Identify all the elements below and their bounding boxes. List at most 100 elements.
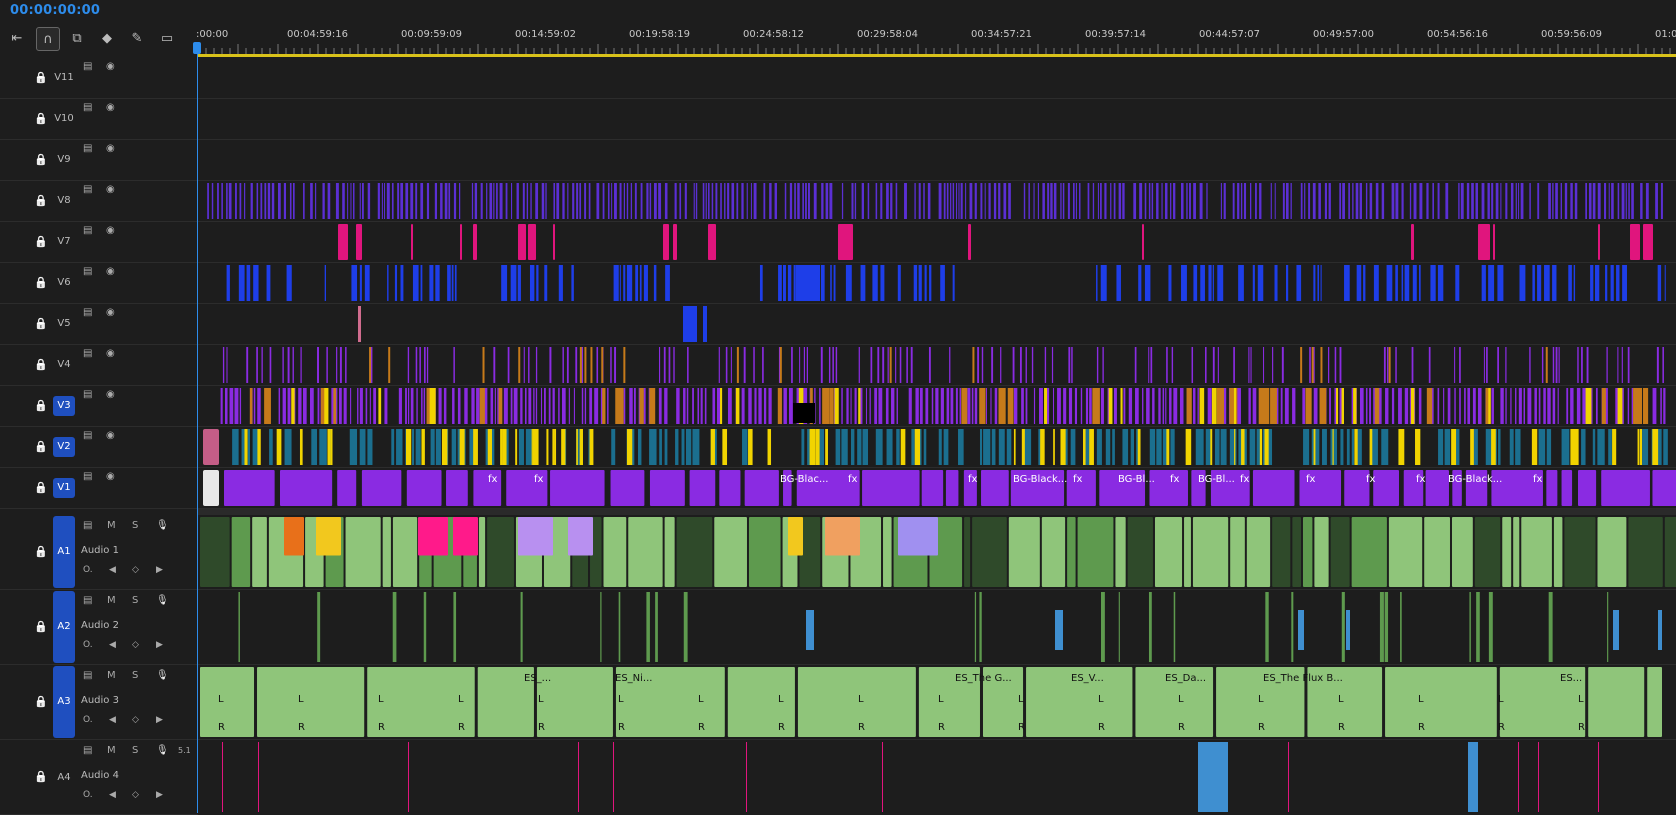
clip-v3[interactable] [350,388,352,424]
clip-v3[interactable] [639,388,644,424]
clip-v4[interactable] [1025,347,1027,383]
clip-v2[interactable] [850,429,855,465]
clip-v4[interactable] [1248,347,1250,383]
clip-v2[interactable] [576,429,578,465]
clip-v4[interactable] [1320,347,1323,383]
clip-a1[interactable] [478,517,486,587]
clip-v6[interactable] [1386,265,1393,301]
clip-v7[interactable] [518,224,526,260]
clip-v6[interactable] [1193,265,1198,301]
clip-v2[interactable] [1024,429,1032,465]
clip-v8[interactable] [1475,183,1478,219]
clip-v1[interactable] [1652,470,1676,506]
clip-v3[interactable] [1404,388,1409,424]
clip-a1[interactable] [1292,517,1301,587]
clip-a2[interactable] [1548,592,1553,662]
clip-a2[interactable] [1384,592,1389,662]
audio-track-header[interactable]: 🔒 A2 Audio 2 ▤ M S 🎙 O. ◀ ◇ ▶ [0,590,198,665]
clip-v2[interactable] [1229,429,1237,465]
clip-v4[interactable] [1019,347,1022,383]
clip-v8[interactable] [235,183,237,219]
mute-button[interactable]: M [107,670,116,681]
sync-lock-icon[interactable]: ▤ [83,225,92,236]
clip-v3[interactable] [1158,388,1161,424]
clip-a2[interactable] [1341,592,1345,662]
audio-track-header[interactable]: 🔒 A1 Audio 1 ▤ M S 🎙 O. ◀ ◇ ▶ [0,515,198,590]
clip-v4[interactable] [1395,347,1397,383]
clip-v7[interactable] [411,224,413,260]
clip-v4[interactable] [1552,347,1555,383]
clip-v6[interactable] [913,265,918,301]
clip-v3[interactable] [1644,388,1648,424]
clip-a1[interactable] [392,517,418,587]
clip-v3[interactable] [1552,388,1556,424]
clip-v8[interactable] [1133,183,1137,219]
volume-knob-icon[interactable]: O. [83,640,93,650]
video-track-header[interactable]: 🔒 V7 ▤ ◉ [0,222,198,263]
clip-v8[interactable] [904,183,907,219]
clip-v4[interactable] [1383,347,1386,383]
clip-v3[interactable] [1660,388,1662,424]
clip-v4[interactable] [590,347,593,383]
clip-v6[interactable] [1552,265,1557,301]
clip-v8[interactable] [545,183,547,219]
clip-v6[interactable] [238,265,245,301]
video-track-header[interactable]: 🔒 V3 ▤ ◉ [0,386,198,427]
clip-v3[interactable] [846,388,849,424]
lock-icon[interactable]: 🔒 [34,113,48,125]
clip-v3[interactable] [479,388,485,424]
clip-v2[interactable] [675,429,679,465]
clip-v3[interactable] [239,388,242,424]
clip-v4[interactable] [535,347,538,383]
clip-v3[interactable] [741,388,745,424]
clip-v8[interactable] [1318,183,1321,219]
clip-v2[interactable] [1156,429,1162,465]
clip-v3[interactable] [1410,388,1415,424]
clip-v8[interactable] [1460,183,1464,219]
clip-v4[interactable] [991,347,994,383]
clip-v2[interactable] [1170,429,1175,465]
clip-v3[interactable] [1237,388,1241,424]
clip-v3[interactable] [1576,388,1581,424]
clip-v4[interactable] [736,347,739,383]
eye-icon[interactable]: ◉ [106,61,115,72]
clip-v8[interactable] [1505,183,1508,219]
clip-v2[interactable] [1369,429,1373,465]
clip-v3[interactable] [935,388,939,424]
clip-v6[interactable] [412,265,419,301]
clip-v8[interactable] [623,183,626,219]
clip-v3[interactable] [224,388,228,424]
track-target-v5[interactable]: V5 [53,314,75,334]
clip-v8[interactable] [684,183,687,219]
clip-a1[interactable] [1246,517,1271,587]
clip-v3[interactable] [278,388,281,424]
clip-v4[interactable] [1150,347,1153,383]
clip-v3[interactable] [1089,388,1092,424]
clip-v2[interactable] [441,429,448,465]
clip-v4[interactable] [762,347,764,383]
clip-v2[interactable] [473,429,478,465]
clip-v7[interactable] [708,224,716,260]
clip-v4[interactable] [1497,347,1499,383]
clip-v3[interactable] [573,388,575,424]
playhead-line[interactable] [197,44,198,813]
lock-icon[interactable]: 🔒 [34,546,48,558]
clip-v6[interactable] [571,265,574,301]
clip-v8[interactable] [797,183,800,219]
next-keyframe-icon[interactable]: ▶ [156,640,163,650]
clip-v2[interactable] [1006,429,1012,465]
clip-v3[interactable] [1142,388,1144,424]
clip-v7[interactable] [338,224,348,260]
clip-v8[interactable] [493,183,495,219]
clip-v4[interactable] [1617,347,1619,383]
clip-v4[interactable] [1250,347,1252,383]
clip-a1[interactable] [714,517,747,587]
clip-a2[interactable] [1476,592,1480,662]
clip-v2[interactable] [532,429,539,465]
clip-v8[interactable] [367,183,371,219]
clip-v3[interactable] [1162,388,1165,424]
clip-v2[interactable] [825,429,828,465]
clip-v3[interactable] [584,388,587,424]
clip-a4-marker[interactable] [882,742,883,812]
clip-v8[interactable] [350,183,352,219]
